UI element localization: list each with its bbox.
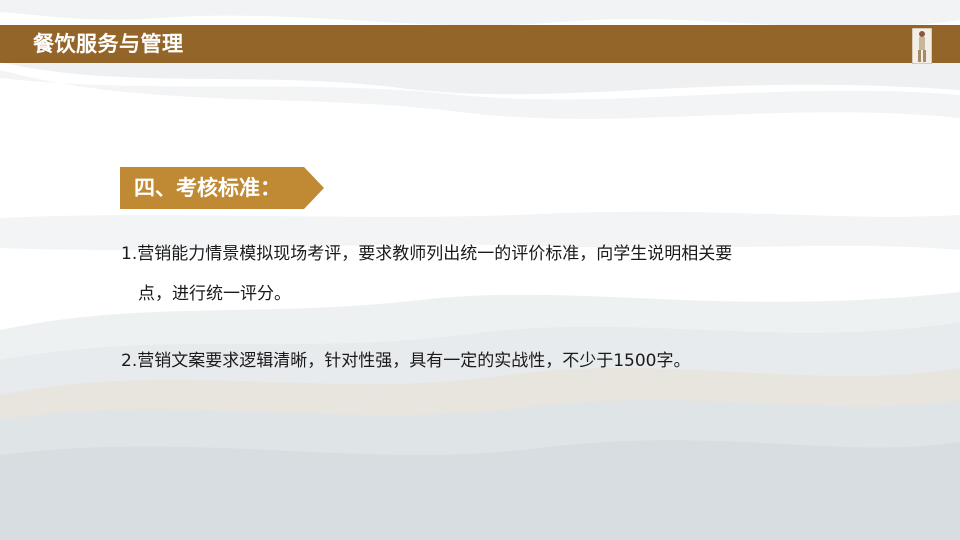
header-title: 餐饮服务与管理 [33, 32, 184, 56]
criteria-item-2: 2.营销文案要求逻辑清晰，针对性强，具有一定的实战性，不少于1500字。 [121, 351, 691, 371]
criteria-item-1-line-2: 点，进行统一评分。 [138, 284, 291, 304]
slide: 餐饮服务与管理 四、考核标准： 1.营销能力情景模拟现场考评，要求教师列出统一的… [0, 0, 960, 540]
criteria-item-1-line-1: 1.营销能力情景模拟现场考评，要求教师列出统一的评价标准，向学生说明相关要 [121, 244, 733, 264]
criteria-item-1: 1.营销能力情景模拟现场考评，要求教师列出统一的评价标准，向学生说明相关要 点，… [121, 234, 851, 314]
section-heading-tag: 四、考核标准： [120, 167, 324, 209]
figure-illustration-icon [912, 28, 932, 64]
section-title: 四、考核标准： [134, 176, 281, 200]
header-bar: 餐饮服务与管理 [0, 25, 960, 63]
